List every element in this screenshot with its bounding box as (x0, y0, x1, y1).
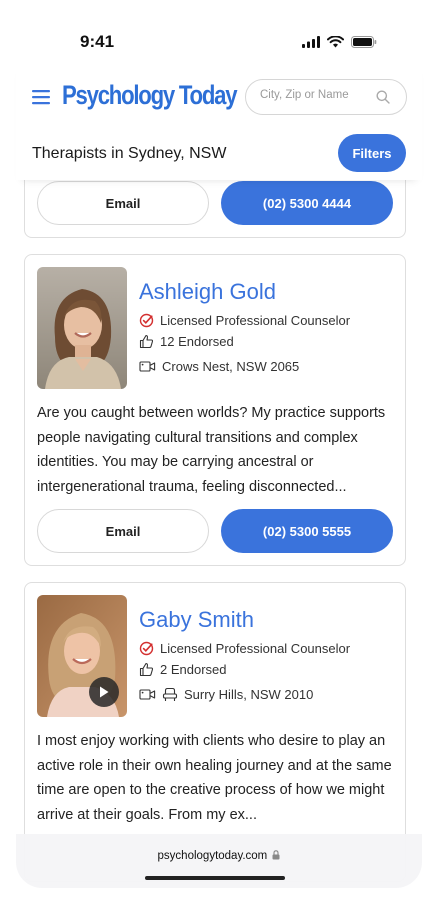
cellular-signal-icon (302, 36, 320, 48)
site-header: Psychology Today Therapists in Sydney, N… (16, 62, 422, 180)
therapist-bio: Are you caught between worlds? My practi… (37, 405, 386, 495)
play-video-button[interactable] (89, 677, 119, 707)
in-person-chair-icon (162, 687, 178, 701)
lock-icon (272, 850, 280, 860)
search-box[interactable] (245, 79, 407, 115)
credential-text: Licensed Professional Counselor (160, 641, 351, 656)
endorsed-count: 2 Endorsed (160, 662, 227, 677)
site-logo[interactable]: Psychology Today (62, 80, 238, 111)
therapist-photo[interactable] (37, 595, 127, 717)
thumbs-up-icon (139, 662, 154, 677)
hamburger-menu-icon[interactable] (32, 89, 50, 105)
endorsed-row: 12 Endorsed (139, 334, 234, 349)
email-button[interactable]: Email (37, 181, 209, 225)
verified-check-icon (139, 641, 154, 656)
status-time: 9:41 (80, 32, 115, 51)
home-indicator[interactable] (145, 876, 285, 880)
url-display[interactable]: psychologytoday.com (16, 850, 422, 862)
location-row: Surry Hills, NSW 2010 (139, 687, 313, 702)
page-title: Therapists in Sydney, NSW (32, 145, 227, 162)
url-text: psychologytoday.com (157, 850, 268, 862)
therapist-bio: I most enjoy working with clients who de… (37, 733, 392, 823)
verified-check-icon (139, 313, 154, 328)
status-bar: 9:41 (0, 0, 438, 62)
status-icons (302, 36, 377, 48)
wifi-icon (327, 36, 344, 48)
location-row: Crows Nest, NSW 2065 (139, 359, 299, 374)
credential-row: Licensed Professional Counselor (139, 641, 350, 656)
search-input[interactable] (260, 89, 370, 101)
credential-row: Licensed Professional Counselor (139, 313, 350, 328)
video-session-icon (139, 361, 156, 372)
therapist-name[interactable]: Gaby Smith (139, 607, 254, 633)
filters-button[interactable]: Filters (338, 134, 406, 172)
email-button[interactable]: Email (37, 509, 209, 553)
video-session-icon (139, 689, 156, 700)
location-text: Surry Hills, NSW 2010 (184, 687, 314, 702)
phone-button[interactable]: (02) 5300 5555 (221, 509, 393, 553)
play-icon (100, 686, 109, 698)
therapist-name[interactable]: Ashleigh Gold (139, 279, 276, 305)
battery-icon (351, 36, 377, 48)
therapist-card[interactable]: Ashleigh Gold Licensed Professional Coun… (24, 254, 406, 566)
credential-text: Licensed Professional Counselor (160, 313, 351, 328)
search-icon[interactable] (376, 90, 390, 104)
endorsed-count: 12 Endorsed (160, 334, 234, 349)
endorsed-row: 2 Endorsed (139, 662, 227, 677)
thumbs-up-icon (139, 334, 154, 349)
therapist-photo[interactable] (37, 267, 127, 389)
location-text: Crows Nest, NSW 2065 (162, 359, 300, 374)
phone-button[interactable]: (02) 5300 4444 (221, 181, 393, 225)
browser-address-bar[interactable]: psychologytoday.com (16, 834, 422, 888)
